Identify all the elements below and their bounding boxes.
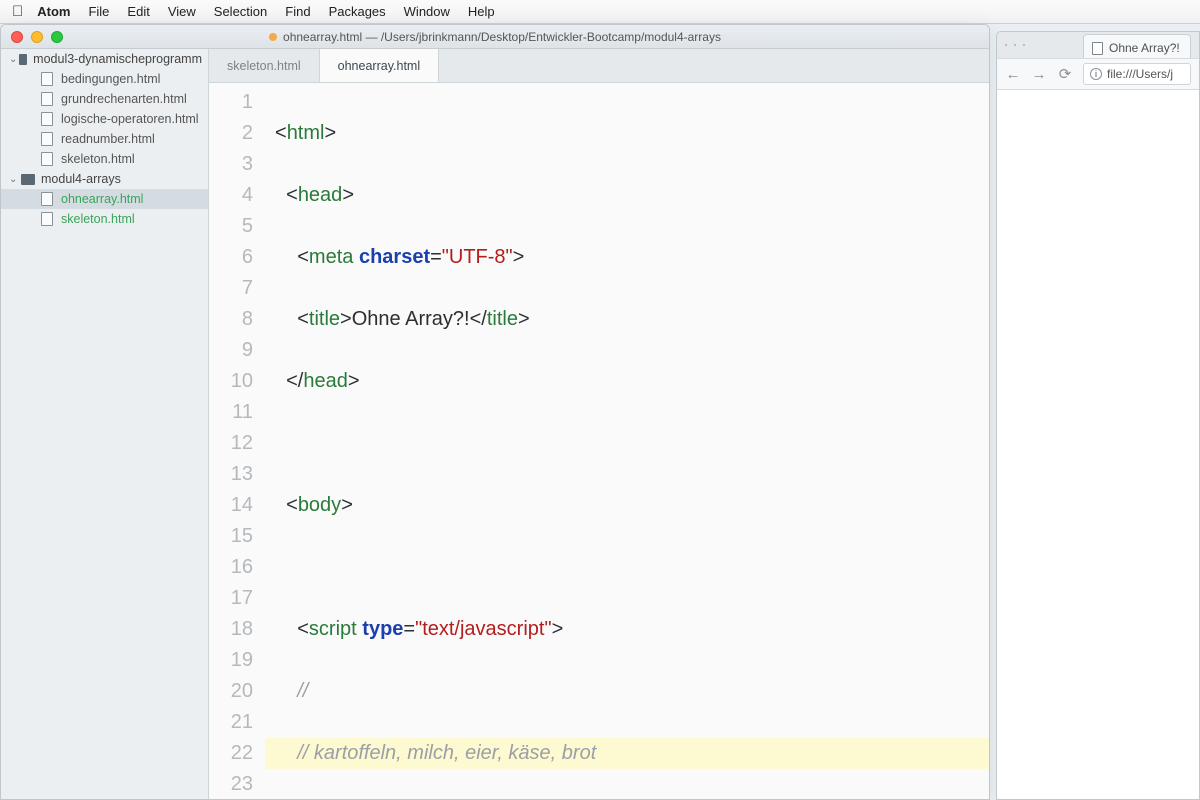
apple-menu-icon[interactable]:  [12,3,23,20]
window-minimize-icon[interactable] [1014,44,1016,46]
window-zoom-icon[interactable] [51,31,63,43]
tree-file-label: skeleton.html [61,152,135,166]
browser-tabstrip: Ohne Array?! [997,32,1199,58]
tree-folder-label: modul4-arrays [41,172,121,186]
tree-file[interactable]: skeleton.html [1,149,208,169]
menu-window[interactable]: Window [404,4,450,19]
file-icon [41,72,53,86]
tree-folder-modul4[interactable]: ⌄ modul4-arrays [1,169,208,189]
menu-app[interactable]: Atom [37,4,70,19]
menu-selection[interactable]: Selection [214,4,267,19]
file-icon [41,192,53,206]
file-icon [41,92,53,106]
file-icon [41,212,53,226]
code-content[interactable]: <html> <head> <meta charset="UTF-8"> <ti… [265,83,989,799]
tree-file[interactable]: readnumber.html [1,129,208,149]
tree-file-label: bedingungen.html [61,72,160,86]
menu-packages[interactable]: Packages [329,4,386,19]
window-close-icon[interactable] [1005,44,1007,46]
tree-file[interactable]: skeleton.html [1,209,208,229]
tree-folder-modul3[interactable]: ⌄ modul3-dynamischeprogramm [1,49,208,69]
modified-indicator-icon [269,33,277,41]
menu-edit[interactable]: Edit [127,4,149,19]
chevron-down-icon: ⌄ [9,54,17,65]
editor-tabs: skeleton.html ohnearray.html [209,49,989,83]
file-tree[interactable]: ⌄ modul3-dynamischeprogramm bedingungen.… [1,49,209,799]
editor-tab[interactable]: skeleton.html [209,49,320,82]
page-icon [1092,42,1103,55]
menu-view[interactable]: View [168,4,196,19]
browser-tab-title: Ohne Array?! [1109,41,1180,55]
atom-titlebar[interactable]: ohnearray.html — /Users/jbrinkmann/Deskt… [1,25,989,49]
tree-file-label: readnumber.html [61,132,155,146]
line-number-gutter: 1234567891011121314151617181920212223 [209,83,265,799]
atom-window: ohnearray.html — /Users/jbrinkmann/Deskt… [0,24,990,800]
back-icon[interactable]: ← [1005,66,1021,82]
atom-title: ohnearray.html — /Users/jbrinkmann/Deskt… [1,30,989,44]
code-editor[interactable]: 1234567891011121314151617181920212223 <h… [209,83,989,799]
info-icon: i [1090,68,1102,80]
window-close-icon[interactable] [11,31,23,43]
menu-help[interactable]: Help [468,4,495,19]
editor-tab-active[interactable]: ohnearray.html [320,49,439,82]
tree-file-active[interactable]: ohnearray.html [1,189,208,209]
url-bar[interactable]: i file:///Users/j [1083,63,1191,85]
tree-file-label: skeleton.html [61,212,135,226]
file-icon [41,112,53,126]
url-text: file:///Users/j [1107,67,1173,81]
chevron-down-icon: ⌄ [9,174,19,185]
macos-menubar:  Atom File Edit View Selection Find Pac… [0,0,1200,24]
tree-file[interactable]: grundrechenarten.html [1,89,208,109]
tree-file-label: ohnearray.html [61,192,143,206]
tree-folder-label: modul3-dynamischeprogramm [33,52,202,66]
window-minimize-icon[interactable] [31,31,43,43]
tree-file-label: grundrechenarten.html [61,92,187,106]
reload-icon[interactable]: ⟳ [1057,66,1073,82]
atom-title-text: ohnearray.html — /Users/jbrinkmann/Deskt… [283,30,721,44]
window-zoom-icon[interactable] [1023,44,1025,46]
editor-area: skeleton.html ohnearray.html 12345678910… [209,49,989,799]
file-icon [41,132,53,146]
browser-toolbar: ← → ⟳ i file:///Users/j [997,58,1199,90]
menu-file[interactable]: File [88,4,109,19]
browser-tab[interactable]: Ohne Array?! [1083,34,1191,58]
file-icon [41,152,53,166]
folder-icon [19,54,27,65]
folder-icon [21,174,35,185]
browser-viewport[interactable] [997,90,1199,800]
tree-file[interactable]: logische-operatoren.html [1,109,208,129]
tree-file-label: logische-operatoren.html [61,112,199,126]
forward-icon[interactable]: → [1031,66,1047,82]
menu-find[interactable]: Find [285,4,310,19]
browser-window: Ohne Array?! ← → ⟳ i file:///Users/j [996,31,1200,800]
tree-file[interactable]: bedingungen.html [1,69,208,89]
